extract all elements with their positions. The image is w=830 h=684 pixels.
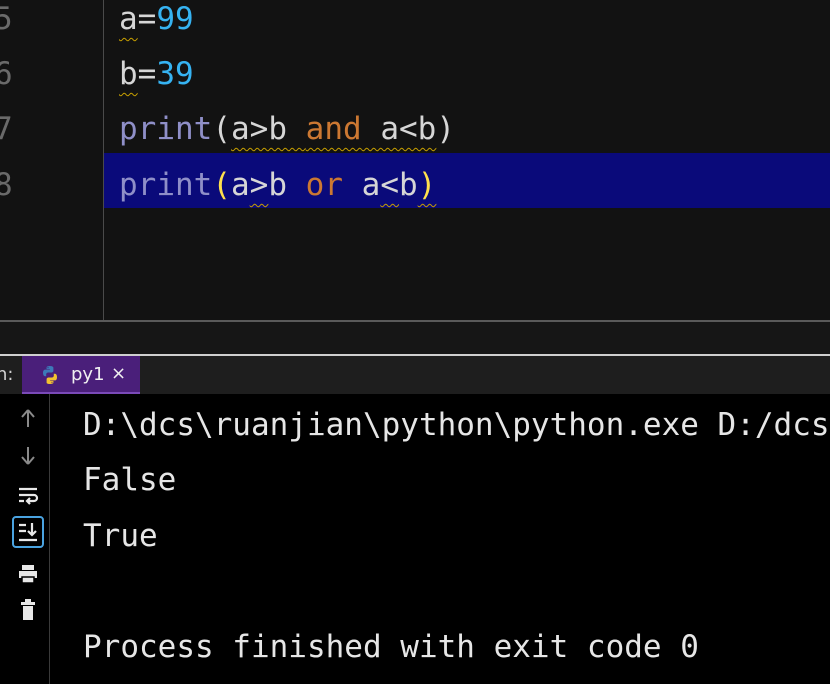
line-number: 8 (0, 167, 13, 203)
print-icon[interactable] (12, 558, 44, 590)
console-line: False (83, 462, 177, 498)
code-text: b=39 (119, 55, 194, 93)
console-line: D:\dcs\ruanjian\python\python.exe D:/dcs (83, 407, 830, 443)
code-token: ( (212, 167, 231, 203)
code-token: or (305, 167, 343, 203)
current-code-line[interactable]: print(a>b or a<b) (104, 153, 830, 208)
close-icon[interactable]: × (111, 363, 126, 384)
run-tool-window-header: n: py1 × (0, 356, 830, 394)
run-label: n: (0, 364, 14, 385)
python-icon (43, 366, 57, 384)
code-token: print (119, 167, 213, 203)
run-tab-py1[interactable]: py1 × (22, 356, 140, 394)
code-token: b (268, 167, 306, 203)
code-token: ) (417, 167, 437, 203)
line-number: 7 (0, 111, 13, 147)
code-token: ( (212, 111, 231, 147)
down-arrow-icon[interactable] (12, 440, 44, 472)
code-token: < (380, 167, 399, 203)
line-number: 6 (0, 56, 13, 92)
code-token: print (119, 111, 213, 147)
code-token: 39 (156, 56, 194, 92)
console-line: True (83, 518, 158, 554)
code-token: a (343, 167, 381, 203)
code-token: a>b (231, 111, 306, 147)
soft-wrap-icon[interactable] (12, 480, 44, 512)
code-editor[interactable]: 5 6 7 8 a=99 b=39 print(a>b and a<b) print(… (0, 0, 830, 320)
code-line[interactable]: a=99 (104, 0, 830, 55)
up-arrow-icon[interactable] (12, 402, 44, 434)
code-token: = (137, 1, 157, 37)
panel-splitter[interactable] (0, 322, 830, 355)
code-token: = (137, 56, 157, 92)
code-token: 99 (156, 1, 194, 37)
code-text: print(a>b and a<b) (119, 110, 455, 148)
code-token: a (231, 167, 250, 203)
code-text: print(a>b or a<b) (119, 166, 436, 204)
console-output[interactable]: D:\dcs\ruanjian\python\python.exe D:/dcs… (50, 394, 830, 684)
code-token: > (249, 167, 269, 203)
run-tab-label: py1 (71, 364, 105, 385)
line-number: 5 (0, 1, 13, 37)
code-token: b (119, 56, 138, 92)
code-line[interactable]: b=39 (104, 55, 830, 110)
code-area[interactable]: a=99 b=39 print(a>b and a<b) print(a>b or a… (104, 0, 830, 320)
scroll-to-end-icon[interactable] (12, 516, 44, 548)
code-token: b (399, 167, 418, 203)
code-token: a (119, 1, 138, 37)
code-token: and (305, 111, 362, 147)
console-line: Process finished with exit code 0 (83, 629, 699, 665)
trash-icon[interactable] (12, 594, 44, 626)
code-token: ) (436, 111, 455, 147)
code-token: a<b (361, 111, 437, 147)
run-toolbar (0, 394, 50, 684)
code-text: a=99 (119, 0, 194, 38)
line-number-gutter: 5 6 7 8 (0, 0, 104, 320)
